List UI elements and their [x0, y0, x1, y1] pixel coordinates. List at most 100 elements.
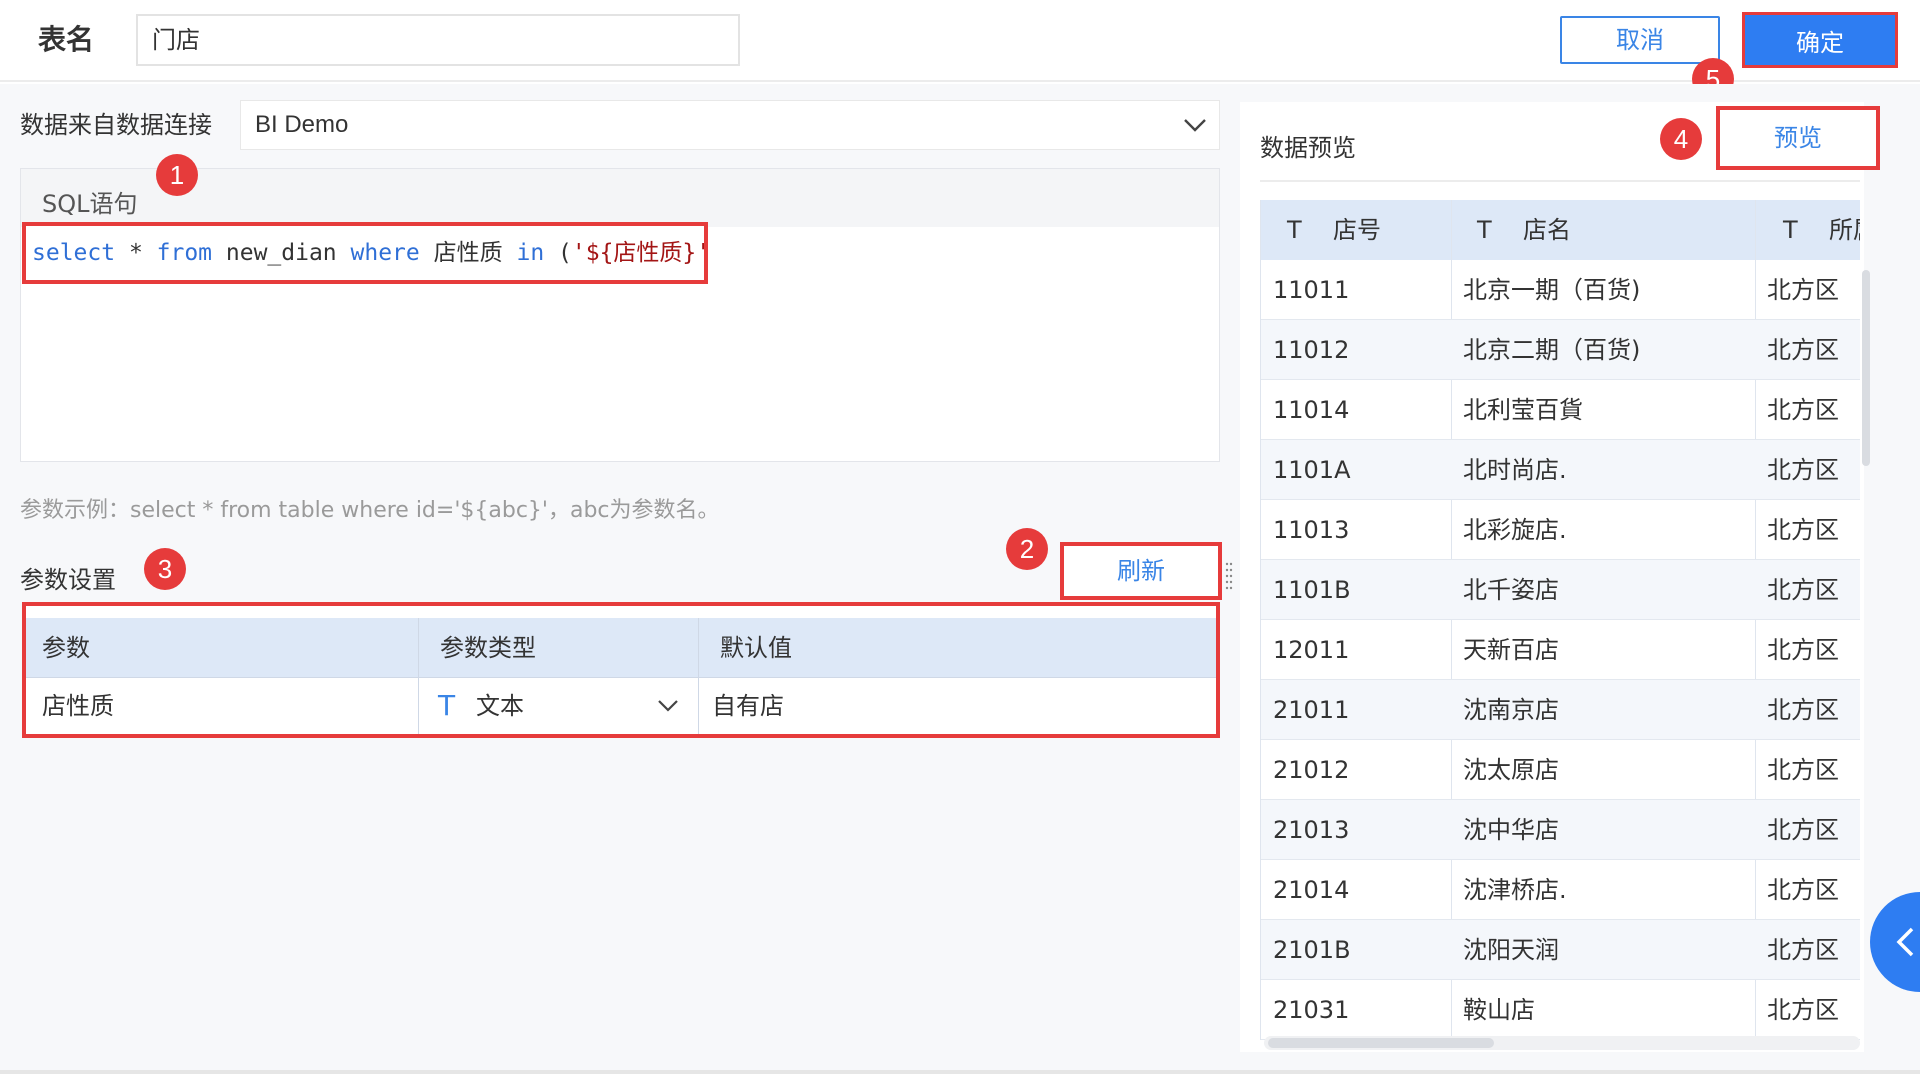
- store-no-cell: 11013: [1273, 516, 1350, 544]
- sql-token: where: [350, 240, 420, 266]
- region-cell: 北方区: [1767, 756, 1839, 784]
- preview-divider: [1260, 180, 1860, 182]
- param-table-header: [26, 618, 1216, 678]
- sql-editor-header: [21, 169, 1219, 227]
- sql-token: '${店性质}': [571, 240, 708, 266]
- preview-col-header-store-name[interactable]: 店名: [1523, 200, 1571, 260]
- region-cell: 北方区: [1767, 336, 1839, 364]
- store-name-cell: 沈南京店: [1463, 696, 1559, 724]
- step-badge-1: 1: [156, 154, 198, 196]
- sql-token: new_dian: [212, 240, 351, 266]
- region-cell: 北方区: [1767, 516, 1839, 544]
- preview-grid-row: 21013 沈中华店 北方区: [1261, 800, 1860, 860]
- preview-grid-row: 11013 北彩旋店. 北方区: [1261, 500, 1860, 560]
- store-no-cell: 11012: [1273, 336, 1350, 364]
- store-no-cell: 21031: [1273, 996, 1350, 1024]
- preview-button[interactable]: 预览: [1716, 106, 1880, 170]
- store-no-cell: 11011: [1273, 276, 1350, 304]
- param-col-type-header: 参数类型: [440, 634, 536, 662]
- store-no-cell: 2101B: [1273, 936, 1351, 964]
- store-name-cell: 沈阳天润: [1463, 936, 1559, 964]
- store-name-cell: 鞍山店: [1463, 996, 1535, 1024]
- preview-col-header-store-no[interactable]: 店号: [1333, 200, 1381, 260]
- row-divider: [26, 677, 1216, 678]
- text-type-icon: T: [1783, 216, 1798, 244]
- column-divider: [418, 618, 419, 734]
- chevron-down-icon[interactable]: [1182, 112, 1208, 138]
- step-badge-3: 3: [144, 548, 186, 590]
- store-no-cell: 1101B: [1273, 576, 1351, 604]
- preview-grid-row: 12011 天新百店 北方区: [1261, 620, 1860, 680]
- param-hint-text: 参数示例：select * from table where id='${abc…: [20, 498, 720, 523]
- region-cell: 北方区: [1767, 456, 1839, 484]
- store-no-cell: 11014: [1273, 396, 1350, 424]
- store-name-cell: 天新百店: [1463, 636, 1559, 664]
- region-cell: 北方区: [1767, 876, 1839, 904]
- bottom-border: [0, 1070, 1920, 1074]
- sql-token: select: [32, 240, 116, 266]
- region-cell: 北方区: [1767, 396, 1839, 424]
- preview-grid-row: 21031 鞍山店 北方区: [1261, 980, 1860, 1040]
- param-default-cell[interactable]: 自有店: [712, 676, 784, 736]
- sql-code-line[interactable]: select * from new_dian where 店性质 in ('${…: [22, 222, 708, 284]
- region-cell: 北方区: [1767, 276, 1839, 304]
- param-settings-label: 参数设置: [20, 566, 116, 594]
- preview-grid-row: 11014 北利莹百貨 北方区: [1261, 380, 1860, 440]
- table-name-label: 表名: [38, 24, 95, 55]
- region-cell: 北方区: [1767, 936, 1839, 964]
- store-no-cell: 12011: [1273, 636, 1350, 664]
- preview-grid-row: 21011 沈南京店 北方区: [1261, 680, 1860, 740]
- store-name-cell: 沈太原店: [1463, 756, 1559, 784]
- resize-handle-icon[interactable]: [1224, 560, 1234, 590]
- preview-grid-row: 1101B 北千姿店 北方区: [1261, 560, 1860, 620]
- store-no-cell: 21012: [1273, 756, 1350, 784]
- text-type-icon: T: [438, 689, 456, 722]
- column-divider: [698, 618, 699, 734]
- preview-grid-row: 11011 北京一期（百货) 北方区: [1261, 260, 1860, 320]
- sql-token: *: [115, 240, 157, 266]
- chevron-left-icon: [1896, 927, 1914, 957]
- store-name-cell: 北千姿店: [1463, 576, 1559, 604]
- param-col-default-header: 默认值: [720, 634, 792, 662]
- refresh-button[interactable]: 刷新: [1060, 542, 1222, 600]
- store-no-cell: 21011: [1273, 696, 1350, 724]
- region-cell: 北方区: [1767, 996, 1839, 1024]
- horizontal-scrollbar[interactable]: [1268, 1038, 1494, 1048]
- sql-token: (: [544, 240, 572, 266]
- cancel-button[interactable]: 取消: [1560, 16, 1720, 64]
- preview-title: 数据预览: [1260, 134, 1356, 162]
- preview-grid[interactable]: T 店号 T 店名 T 所属 11011 北京一期（百货) 北方区 11012 北京二期…: [1260, 200, 1860, 1040]
- preview-grid-row: 21012 沈太原店 北方区: [1261, 740, 1860, 800]
- vertical-scrollbar[interactable]: [1862, 270, 1870, 466]
- data-source-label: 数据来自数据连接: [20, 111, 212, 139]
- data-source-select[interactable]: BI Demo: [240, 100, 1220, 150]
- store-name-cell: 北京二期（百货): [1463, 336, 1641, 364]
- store-no-cell: 21013: [1273, 816, 1350, 844]
- sql-editor-title: SQL语句: [42, 190, 138, 218]
- text-type-icon: T: [1287, 216, 1302, 244]
- store-name-cell: 北京一期（百货): [1463, 276, 1641, 304]
- param-type-value: 文本: [476, 692, 524, 720]
- preview-col-header-region[interactable]: 所属: [1829, 200, 1860, 260]
- store-name-cell: 北时尚店.: [1463, 456, 1567, 484]
- preview-grid-row: 2101B 沈阳天润 北方区: [1261, 920, 1860, 980]
- region-cell: 北方区: [1767, 696, 1839, 724]
- sql-token: 店性质: [419, 240, 517, 266]
- preview-grid-row: 21014 沈津桥店. 北方区: [1261, 860, 1860, 920]
- chevron-down-icon[interactable]: [656, 694, 680, 718]
- store-name-cell: 沈中华店: [1463, 816, 1559, 844]
- step-badge-4: 4: [1660, 118, 1702, 160]
- sql-token: from: [156, 240, 213, 266]
- store-name-cell: 北彩旋店.: [1463, 516, 1567, 544]
- step-badge-2: 2: [1006, 528, 1048, 570]
- sql-token: in: [516, 240, 545, 266]
- store-no-cell: 1101A: [1273, 456, 1351, 484]
- text-type-icon: T: [1477, 216, 1492, 244]
- preview-grid-row: 1101A 北时尚店. 北方区: [1261, 440, 1860, 500]
- param-col-name-header: 参数: [42, 634, 90, 662]
- table-name-input[interactable]: 门店: [136, 14, 740, 66]
- confirm-button[interactable]: 确定: [1742, 12, 1898, 68]
- region-cell: 北方区: [1767, 576, 1839, 604]
- store-name-cell: 北利莹百貨: [1463, 396, 1583, 424]
- store-no-cell: 21014: [1273, 876, 1350, 904]
